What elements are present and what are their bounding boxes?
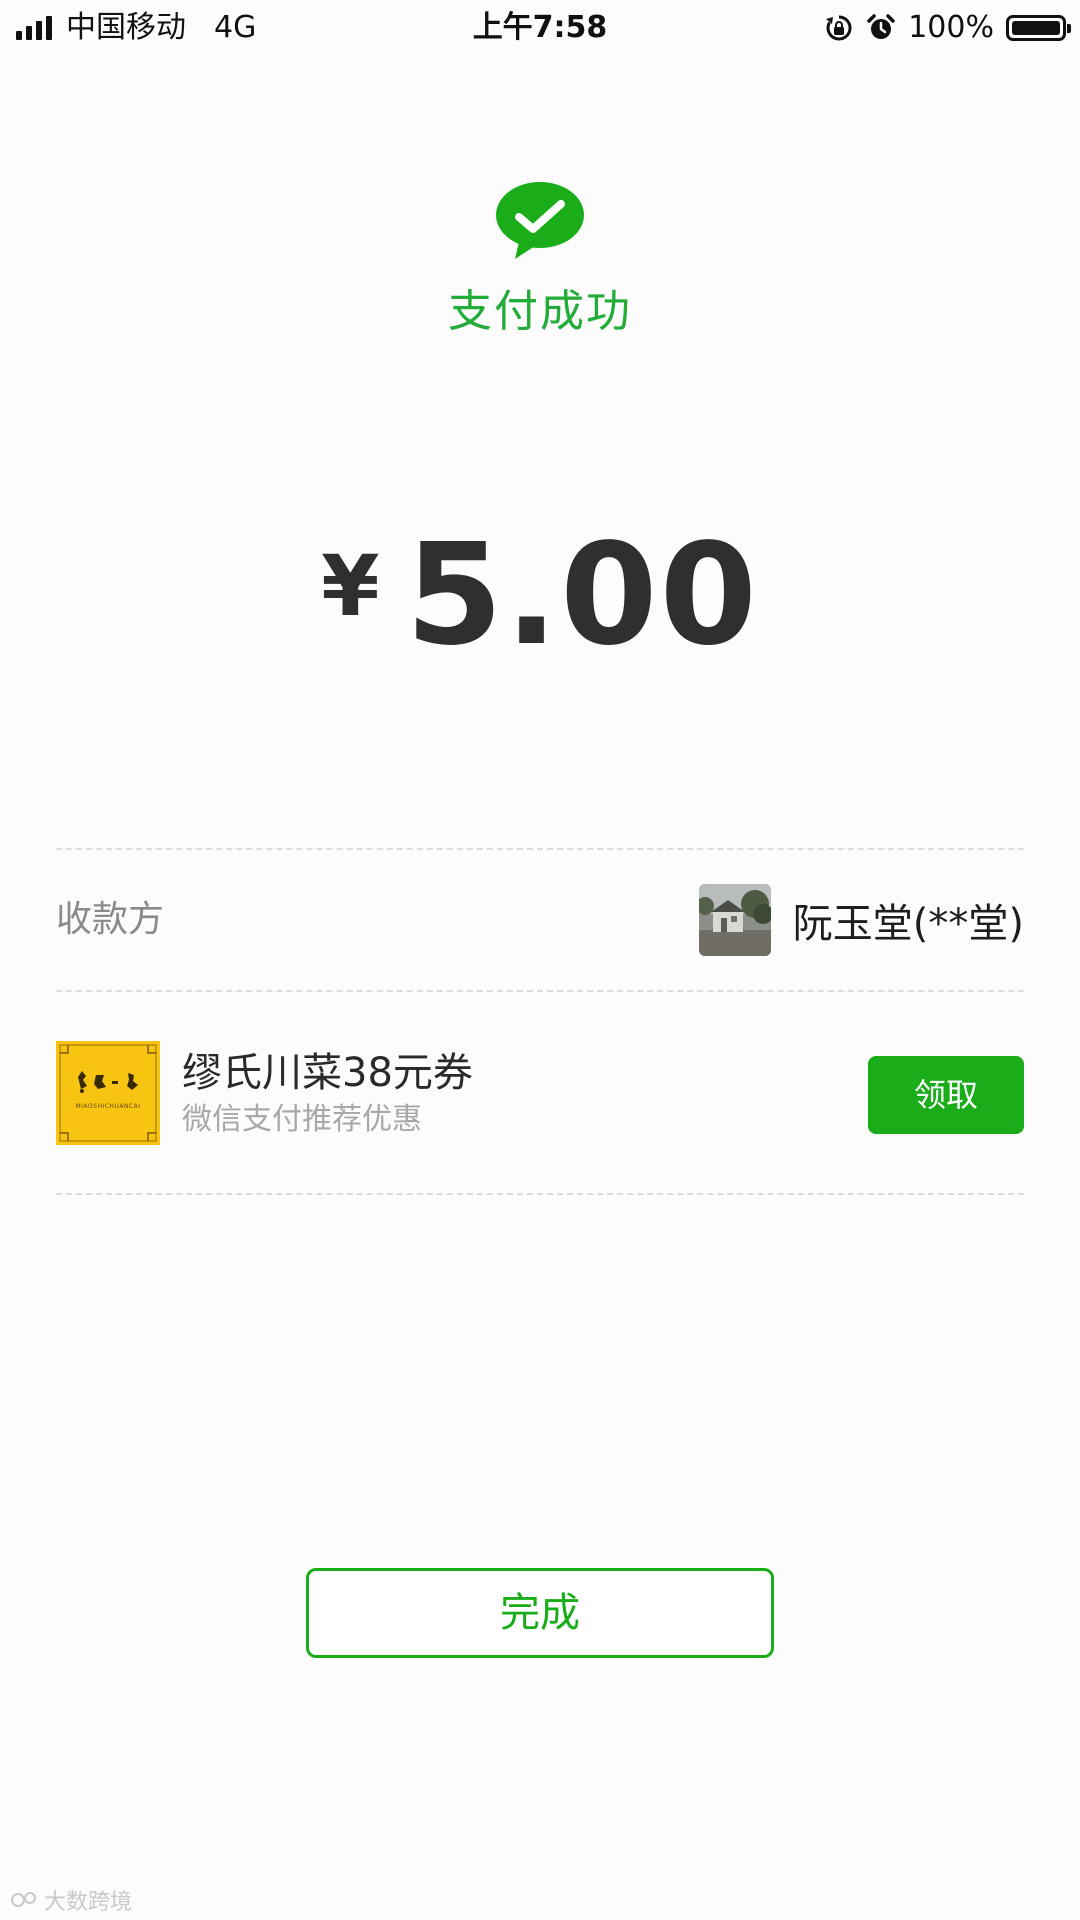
- payee-row: 收款方 阮玉堂(**堂): [56, 850, 1024, 990]
- status-bar-right: 100%: [824, 6, 1071, 50]
- coupon-title: 缪氏川菜38元券: [182, 1050, 473, 1096]
- status-bar: 中国移动 4G 上午7:58 100%: [0, 0, 1080, 56]
- watermark-logo-icon: [11, 1892, 36, 1907]
- battery-icon: [1006, 15, 1071, 41]
- payment-success-title: 支付成功: [448, 286, 632, 337]
- payee-info: 阮玉堂(**堂): [698, 850, 1024, 990]
- coupon-logo: MIAOSHICHUANCAI: [56, 1041, 160, 1145]
- amount-value: 5.00: [405, 513, 759, 677]
- coupon-text: 缪氏川菜38元券 微信支付推荐优惠: [182, 1048, 473, 1140]
- claim-coupon-button[interactable]: 领取: [868, 1056, 1024, 1134]
- rotation-lock-icon: [826, 15, 852, 41]
- divider: [56, 1193, 1024, 1195]
- coupon-row: MIAOSHICHUANCAI 缪氏川菜38元券 微信支付推荐优惠 领取: [56, 990, 1024, 1190]
- payee-name: 阮玉堂(**堂): [792, 901, 1024, 947]
- wechat-pay-check-icon: [496, 182, 584, 259]
- payee-avatar: [698, 884, 771, 956]
- alarm-icon: [867, 14, 895, 39]
- payee-label: 收款方: [56, 899, 165, 940]
- battery-percentage: 100%: [908, 10, 994, 45]
- watermark-text: 大数跨境: [44, 1890, 133, 1915]
- coupon-subtitle: 微信支付推荐优惠: [182, 1102, 422, 1137]
- payment-amount: ¥ 5.00: [0, 514, 1080, 677]
- watermark: 大数跨境: [10, 1884, 132, 1916]
- currency-symbol: ¥: [321, 537, 380, 635]
- coupon-logo-text: MIAOSHICHUANCAI: [75, 1103, 141, 1110]
- done-button[interactable]: 完成: [306, 1568, 774, 1658]
